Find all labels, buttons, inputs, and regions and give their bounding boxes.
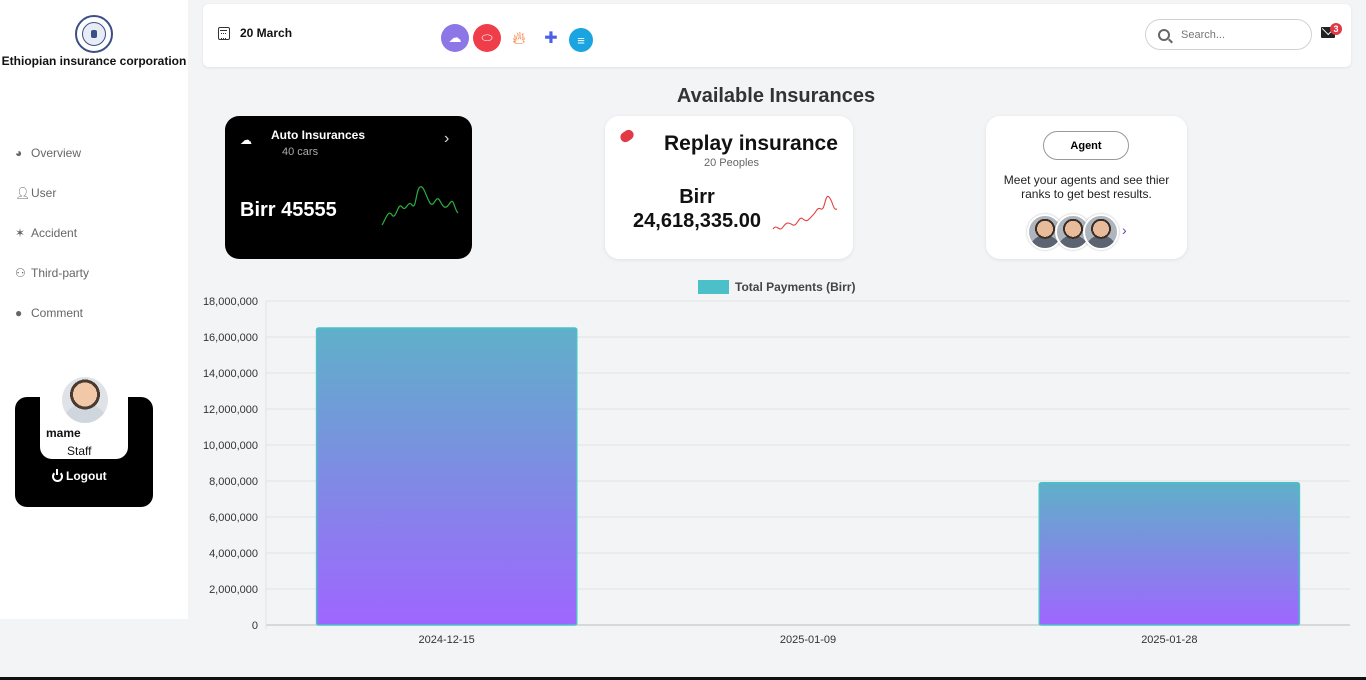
sidebar-item-label: Comment [31,306,84,320]
user-icon: 👤︎ [15,186,31,200]
agent-description: Meet your agents and see thier ranks to … [1003,173,1170,201]
dashboard-icon: ◕ [15,146,23,160]
company-logo [75,15,113,53]
user-role: Staff [67,444,92,458]
card-amount: Birr 24,618,335.00 [629,185,765,233]
chevron-right-icon[interactable]: › [1122,222,1127,250]
card-amount-currency: Birr [679,186,715,208]
sidebar-item-user[interactable]: 👤︎ User [15,183,89,203]
card-subtitle: 40 cars [282,146,319,158]
date-text: 20 March [240,26,293,40]
logout-button[interactable]: Logout [52,468,107,483]
x-tick-label: 2025-01-28 [1141,634,1197,646]
sidebar-nav: ◕ Overview 👤︎ User ✶ Accident ⚇ Third-pa… [15,143,89,343]
mail-badge: 3 [1330,23,1342,35]
agent-button[interactable]: Agent [1043,131,1129,160]
chart-bar[interactable] [315,327,578,626]
sidebar-item-label: User [31,186,57,200]
sidebar-item-overview[interactable]: ◕ Overview [15,143,89,163]
cloud-car-icon[interactable]: ☁ [441,24,469,52]
quick-icons: ☁ ⬭ 🔥︎ ✚ ≡ [441,24,597,52]
fire-icon[interactable]: 🔥︎ [505,24,533,52]
y-tick-label: 6,000,000 [209,512,258,524]
sidebar: Ethiopian insurance corporation ◕ Overvi… [0,0,188,619]
sidebar-item-accident[interactable]: ✶ Accident [15,223,89,243]
search-input[interactable] [1181,28,1301,41]
card-amount-value: 24,618,335.00 [633,210,761,232]
date-display: 20 March [218,26,292,40]
sidebar-item-label: Overview [31,146,82,160]
sparkline-green [381,186,459,226]
chevron-right-icon[interactable]: › [444,130,449,148]
pill-icon[interactable]: ⬭ [473,24,501,52]
car-icon: ☁ [240,133,252,147]
x-tick-label: 2024-12-15 [419,634,475,646]
y-tick-label: 12,000,000 [203,404,258,416]
users-icon: ⚇ [15,266,26,280]
x-tick-label: 2025-01-09 [780,634,836,646]
replay-insurance-card: Replay insurance 20 Peoples Birr 24,618,… [605,116,853,259]
car-crash-icon: ✶ [15,226,26,240]
card-subtitle: 20 Peoples [704,157,760,169]
power-icon [52,468,63,482]
y-tick-label: 4,000,000 [209,548,258,560]
payments-chart: 18,000,000 16,000,000 14,000,000 12,000,000… [203,296,1350,646]
y-tick-label: 18,000,000 [203,296,258,308]
card-amount: Birr 45555 [240,199,337,221]
header: 20 March ☁ ⬭ 🔥︎ ✚ ≡ 3 [203,4,1351,67]
avatar [60,375,110,425]
sidebar-item-label: Accident [31,226,78,240]
org-name: Ethiopian insurance corporation [1,54,187,68]
chart-bar[interactable] [1038,482,1301,626]
pill-icon [618,127,636,145]
y-tick-label: 14,000,000 [203,368,258,380]
user-name: mame [46,426,81,440]
user-card: mame Staff Logout [15,375,153,507]
agent-avatars: › [1027,214,1127,250]
medical-icon[interactable]: ✚ [537,24,565,52]
agent-avatar[interactable] [1083,214,1119,250]
agent-card: Agent Meet your agents and see thier ran… [986,116,1187,259]
y-tick-label: 0 [252,620,258,632]
sidebar-item-third-party[interactable]: ⚇ Third-party [15,263,89,283]
y-tick-label: 16,000,000 [203,332,258,344]
y-tick-label: 2,000,000 [209,584,258,596]
y-tick-label: 8,000,000 [209,476,258,488]
sidebar-item-label: Third-party [31,266,90,280]
section-title: Available Insurances [676,85,876,107]
logout-label: Logout [66,469,107,483]
search-icon [1158,28,1170,41]
y-tick-label: 10,000,000 [203,440,258,452]
sidebar-item-comment[interactable]: ● Comment [15,303,89,323]
card-title: Replay insurance [664,132,838,155]
sparkline-red [772,195,838,230]
comment-icon: ● [15,306,23,320]
card-title: Auto Insurances [271,128,366,142]
chat-icon[interactable]: ≡ [569,28,593,52]
search-box [1145,19,1312,50]
calendar-icon [218,26,230,40]
auto-insurance-card: ☁ Auto Insurances 40 cars › Birr 45555 [225,116,472,259]
